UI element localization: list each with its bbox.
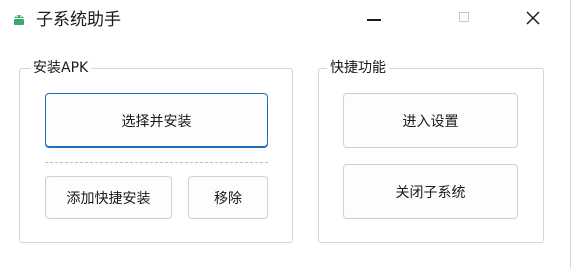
- maximize-icon[interactable]: [459, 12, 469, 22]
- minimize-icon[interactable]: [367, 19, 381, 21]
- remove-button[interactable]: 移除: [188, 176, 268, 219]
- divider: [45, 162, 268, 163]
- add-shortcut-install-button[interactable]: 添加快捷安装: [45, 176, 172, 219]
- title-bar[interactable]: 子系统助手: [0, 0, 571, 40]
- quick-functions-group-title: 快捷功能: [327, 58, 389, 78]
- android-icon: [14, 15, 24, 25]
- app-window: 子系统助手 安装APK 选择并安装 添加快捷安装 移除 快捷功能 进入设置 关闭…: [0, 0, 571, 269]
- install-apk-group-title: 安装APK: [30, 58, 92, 78]
- select-and-install-button[interactable]: 选择并安装: [45, 93, 268, 148]
- window-title: 子系统助手: [36, 10, 121, 30]
- close-icon[interactable]: [525, 10, 541, 26]
- close-subsystem-button[interactable]: 关闭子系统: [343, 164, 518, 219]
- enter-settings-button[interactable]: 进入设置: [343, 93, 518, 148]
